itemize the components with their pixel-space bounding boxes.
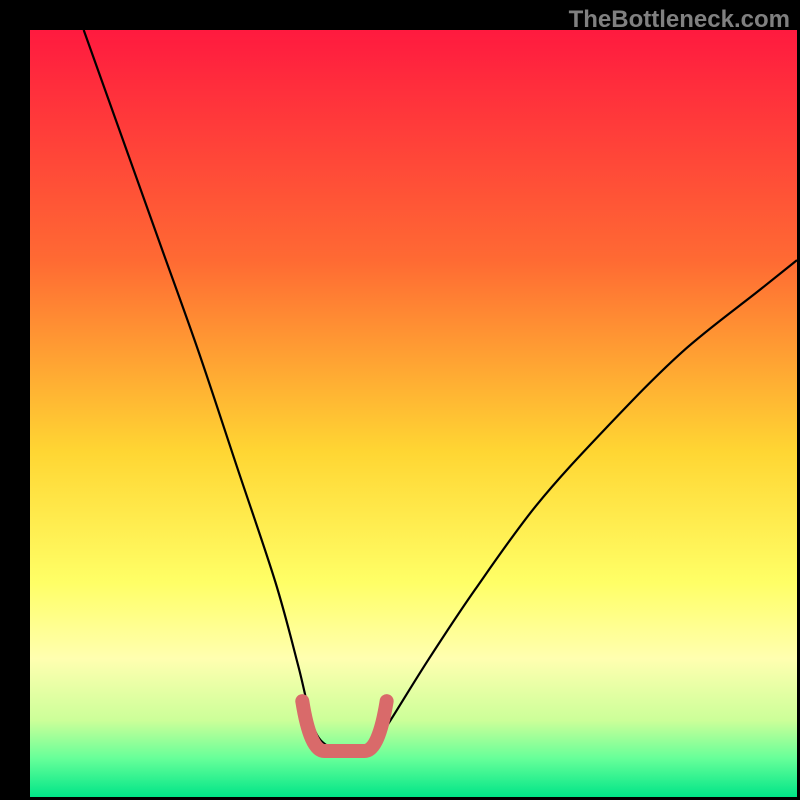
watermark-text: TheBottleneck.com (569, 6, 790, 34)
chart-root: TheBottleneck.com (0, 0, 800, 800)
bottleneck-chart (0, 0, 800, 800)
